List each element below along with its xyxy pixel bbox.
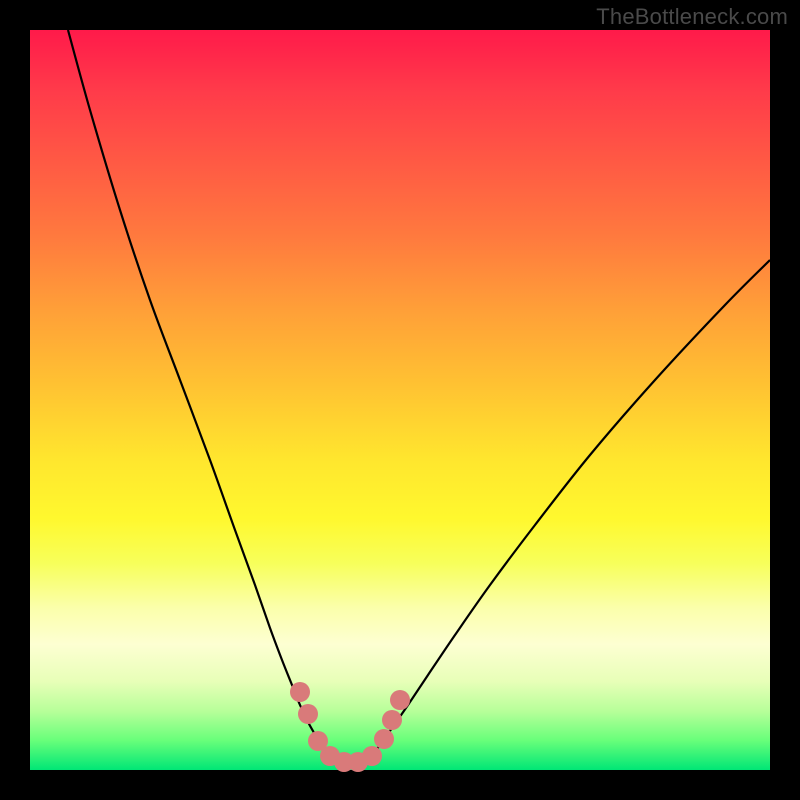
marker-layer (290, 682, 410, 772)
watermark-text: TheBottleneck.com (596, 4, 788, 30)
bottleneck-curve (68, 30, 770, 763)
curve-svg (30, 30, 770, 770)
chain-marker (382, 710, 402, 730)
plot-area (30, 30, 770, 770)
chain-marker (290, 682, 310, 702)
chain-marker (374, 729, 394, 749)
chain-marker (362, 746, 382, 766)
chain-marker (390, 690, 410, 710)
chain-marker (298, 704, 318, 724)
curve-layer (68, 30, 770, 763)
image-frame: TheBottleneck.com (0, 0, 800, 800)
